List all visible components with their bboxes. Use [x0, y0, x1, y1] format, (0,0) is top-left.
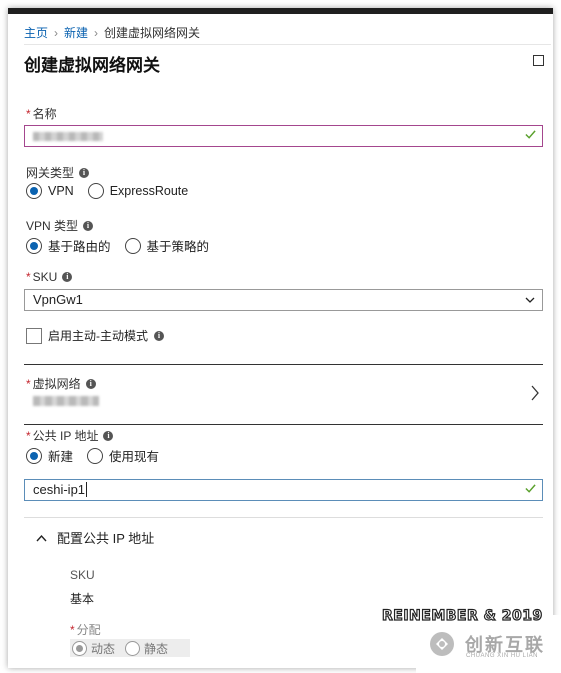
radio-route-based-label: 基于路由的	[48, 240, 111, 254]
public-ip-name-value: ceshi-ip1	[33, 482, 86, 497]
chevron-right-icon[interactable]	[530, 385, 540, 401]
public-ip-label: * 公共 IP 地址 i	[26, 427, 114, 444]
chevron-down-icon	[525, 297, 535, 303]
sku-label-text: SKU	[32, 270, 58, 284]
required-asterisk: *	[70, 623, 75, 637]
active-active-label: 启用主动-主动模式	[48, 329, 148, 343]
required-asterisk: *	[26, 377, 31, 391]
breadcrumb-separator-icon: ›	[54, 25, 59, 40]
gateway-type-radio-group: VPN ExpressRoute	[26, 183, 188, 199]
radio-policy-based-label: 基于策略的	[146, 240, 210, 254]
top-bar	[8, 8, 553, 14]
radio-use-existing-label: 使用现有	[109, 450, 160, 464]
sku-select-value: VpnGw1	[33, 292, 83, 307]
check-icon	[525, 484, 536, 493]
sku-select[interactable]: VpnGw1	[24, 289, 543, 311]
ip-sku-label: SKU	[70, 568, 95, 582]
chevron-up-icon	[36, 534, 47, 541]
header-divider	[24, 44, 551, 45]
radio-use-existing[interactable]	[87, 447, 104, 464]
radio-create-new-label: 新建	[48, 450, 74, 464]
breadcrumb: 主页 › 新建 › 创建虚拟网络网关	[24, 24, 200, 41]
radio-vpn[interactable]	[26, 183, 42, 199]
vpn-type-label-text: VPN 类型	[26, 219, 79, 233]
radio-expressroute[interactable]	[87, 183, 104, 199]
section-divider	[24, 424, 543, 425]
info-icon[interactable]: i	[79, 167, 90, 178]
required-asterisk: *	[26, 270, 31, 284]
vpn-type-label: VPN 类型 i	[26, 217, 94, 234]
gateway-type-label-text: 网关类型	[26, 166, 75, 180]
name-field[interactable]	[24, 125, 543, 147]
configure-ip-header[interactable]: 配置公共 IP 地址	[36, 528, 154, 547]
maximize-icon[interactable]	[533, 55, 544, 66]
info-icon[interactable]: i	[62, 272, 73, 282]
name-label-text: 名称	[32, 107, 57, 121]
radio-route-based[interactable]	[26, 237, 42, 254]
name-label: * 名称	[26, 105, 57, 122]
sku-label: * SKU i	[26, 270, 73, 284]
radio-static[interactable]	[125, 640, 141, 656]
radio-expressroute-label: ExpressRoute	[109, 184, 189, 198]
vpn-type-radio-group: 基于路由的 基于策略的	[26, 236, 209, 255]
radio-dynamic[interactable]	[72, 640, 87, 656]
info-icon[interactable]: i	[103, 430, 114, 441]
section-divider	[24, 364, 543, 365]
radio-static-label: 静态	[144, 641, 169, 656]
public-ip-name-field[interactable]: ceshi-ip1	[24, 479, 543, 501]
radio-create-new[interactable]	[26, 447, 42, 464]
public-ip-radio-group: 新建 使用现有	[26, 446, 159, 465]
check-icon	[525, 130, 536, 139]
info-icon[interactable]: i	[83, 220, 94, 231]
configure-ip-header-text: 配置公共 IP 地址	[57, 531, 155, 546]
required-asterisk: *	[26, 429, 31, 443]
assignment-label-text: 分配	[76, 623, 101, 637]
info-icon[interactable]: i	[85, 378, 96, 389]
radio-vpn-label: VPN	[48, 184, 74, 198]
vnet-label: * 虚拟网络 i	[26, 375, 96, 392]
radio-policy-based[interactable]	[124, 237, 141, 254]
watermark-logo-en: CHUANG XIN HU LIAN	[466, 653, 539, 659]
ip-sku-value: 基本	[70, 592, 95, 606]
required-asterisk: *	[26, 107, 31, 121]
active-active-row: 启用主动-主动模式 i	[26, 327, 164, 344]
active-active-checkbox[interactable]	[26, 327, 42, 344]
vnet-label-text: 虚拟网络	[32, 377, 81, 391]
breadcrumb-new-link[interactable]: 新建	[64, 24, 88, 41]
name-value-redacted	[33, 132, 103, 141]
watermark-text: REINEMBER & 2019	[381, 607, 543, 624]
public-ip-label-text: 公共 IP 地址	[32, 429, 99, 443]
info-icon[interactable]: i	[154, 330, 164, 341]
assignment-radio-group: 动态 静态	[70, 639, 190, 657]
brand-logo-icon	[430, 632, 454, 656]
assignment-label: * 分配	[70, 621, 101, 638]
gateway-type-label: 网关类型 i	[26, 164, 90, 181]
breadcrumb-separator-icon: ›	[94, 25, 99, 40]
radio-dynamic-label: 动态	[91, 641, 116, 656]
breadcrumb-current: 创建虚拟网络网关	[104, 26, 201, 40]
page-title: 创建虚拟网络网关	[24, 56, 160, 75]
breadcrumb-home-link[interactable]: 主页	[24, 24, 48, 41]
vnet-value-redacted	[33, 396, 99, 406]
section-divider	[24, 517, 543, 518]
